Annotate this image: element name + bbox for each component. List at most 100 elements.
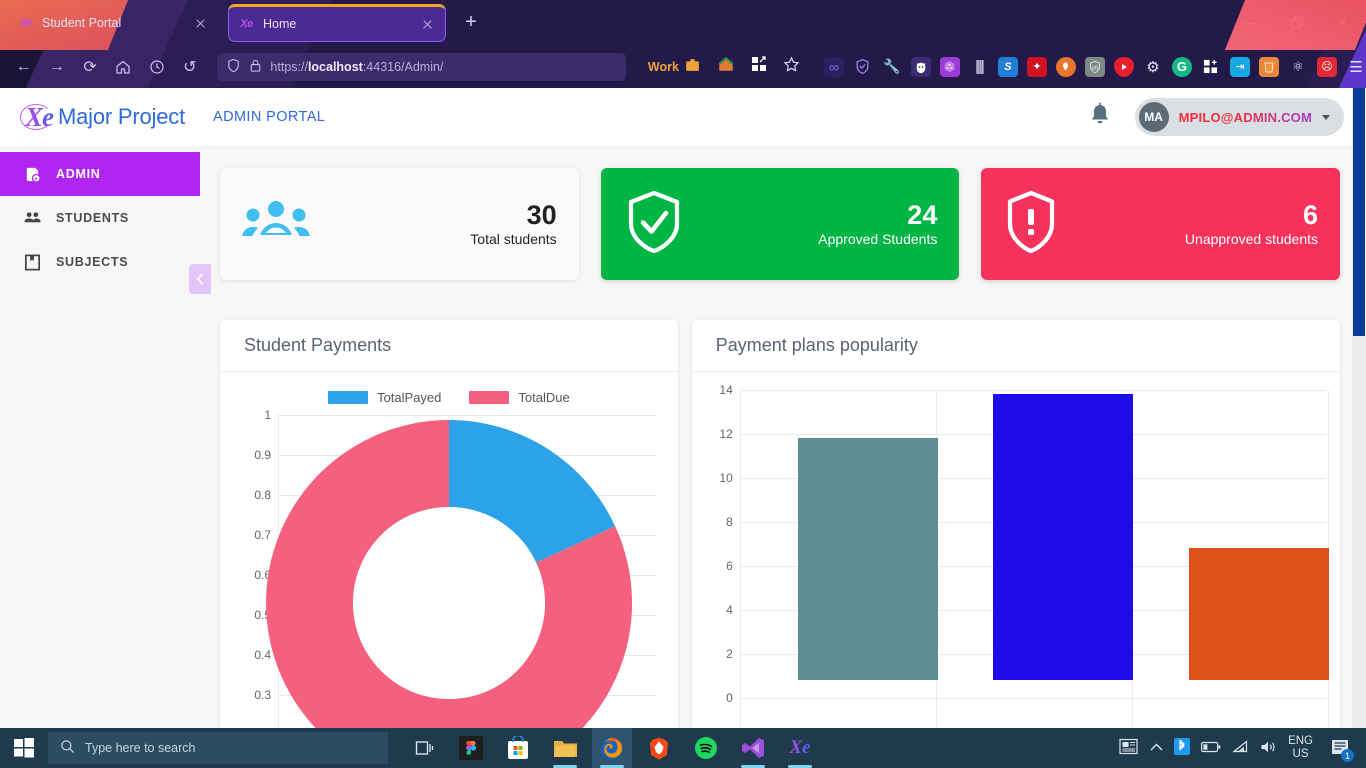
spotify-icon[interactable] — [686, 728, 726, 768]
portal-label: ADMIN PORTAL — [213, 109, 325, 125]
sidebar-item-subjects[interactable]: SUBJECTS — [0, 240, 200, 284]
firefox-icon[interactable] — [592, 728, 632, 768]
wand-red-icon[interactable]: ✦ — [1027, 57, 1047, 77]
y-tick-label: 6 — [726, 559, 733, 573]
tab-close-icon[interactable] — [419, 16, 435, 32]
tab-favicon-xe-icon: Xe — [239, 17, 254, 32]
scrollbar-thumb[interactable] — [1353, 88, 1365, 336]
tab-favicon-xe-icon: Xe — [18, 16, 33, 31]
browser-chrome: Xe Student Portal Xe Home + — ✕ ← → ⟳ ↺ — [0, 0, 1366, 88]
history-icon[interactable]: ↺ — [174, 52, 205, 82]
news-weather-icon[interactable] — [1119, 738, 1139, 758]
clock-icon[interactable] — [141, 52, 172, 82]
export-blue-icon[interactable]: ⇥ — [1230, 57, 1250, 77]
forward-icon[interactable]: → — [41, 52, 72, 82]
cat-icon[interactable] — [911, 57, 931, 77]
payment-plans-chart[interactable]: 14 12 10 8 6 4 2 0 — [692, 372, 1340, 740]
s-blue-icon[interactable]: S — [998, 57, 1018, 77]
bookmark-star-icon[interactable] — [783, 56, 800, 78]
doughnut-chart[interactable] — [264, 415, 634, 740]
stat-card-unapproved-students[interactable]: 6 Unapproved students — [981, 168, 1340, 280]
wifi-icon[interactable] — [1232, 740, 1249, 756]
legend-item-totaldue[interactable]: TotalDue — [469, 390, 569, 405]
reload-icon[interactable]: ⟳ — [74, 52, 105, 82]
language-line2: US — [1288, 748, 1313, 761]
search-icon — [60, 739, 75, 757]
bluetooth-icon[interactable] — [1174, 738, 1190, 758]
header-actions: MA MPILO@ADMIN.COM — [1087, 98, 1344, 136]
sidebar-item-label: SUBJECTS — [56, 255, 128, 269]
brave-icon[interactable] — [639, 728, 679, 768]
svg-text:uD: uD — [1092, 65, 1099, 71]
panel-title: Student Payments — [220, 320, 678, 372]
language-indicator[interactable]: ENG US — [1288, 735, 1313, 761]
browser-tab-student-portal[interactable]: Xe Student Portal — [8, 4, 218, 42]
student-payments-chart[interactable]: TotalPayed TotalDue 1 0.9 0.8 — [220, 372, 678, 740]
close-button[interactable]: ✕ — [1320, 0, 1366, 45]
menu-hamburger-icon[interactable]: ☰ — [1346, 57, 1366, 77]
task-view-icon[interactable] — [404, 728, 444, 768]
brave-shields-icon[interactable] — [226, 58, 241, 76]
minimize-button[interactable]: — — [1228, 0, 1274, 45]
panel-payment-plans: Payment plans popularity 14 12 10 8 6 4 … — [692, 320, 1340, 740]
panel-student-payments: Student Payments TotalPayed TotalDue — [220, 320, 678, 740]
new-tab-button[interactable]: + — [460, 12, 482, 34]
stat-card-approved-students[interactable]: 24 Approved Students — [601, 168, 960, 280]
work-profile-label[interactable]: Work — [648, 60, 679, 74]
battery-icon[interactable] — [1201, 741, 1221, 756]
maximize-button[interactable] — [1274, 0, 1320, 45]
keyboard-icon[interactable]: |||| — [969, 57, 989, 77]
y-tick-label: 14 — [719, 383, 732, 397]
infinity-icon[interactable]: ∞ — [824, 57, 844, 77]
brand-logo[interactable]: Xe Major Project — [22, 102, 185, 133]
show-hidden-icons-icon[interactable] — [1150, 741, 1163, 755]
bar-plan-3[interactable] — [1189, 548, 1329, 680]
user-menu[interactable]: MA MPILO@ADMIN.COM — [1135, 98, 1344, 136]
y-tick-label: 8 — [726, 515, 733, 529]
lock-warning-icon[interactable] — [248, 58, 263, 76]
legend-label: TotalDue — [518, 390, 569, 405]
sidebar-item-students[interactable]: STUDENTS — [0, 196, 200, 240]
stat-label: Total students — [470, 231, 556, 247]
grammarly-icon[interactable]: G — [1172, 57, 1192, 77]
gear-icon[interactable]: ⚙ — [1143, 57, 1163, 77]
trash-orange-icon[interactable] — [1259, 57, 1279, 77]
search-input[interactable]: Type here to search — [48, 732, 388, 764]
address-bar[interactable]: https://localhost:44316/Admin/ — [217, 53, 626, 81]
dice-icon[interactable] — [940, 57, 960, 77]
bug-red-icon[interactable]: ☹ — [1317, 57, 1337, 77]
page-scrollbar[interactable] — [1352, 88, 1366, 740]
home-extension-icon[interactable] — [717, 55, 735, 78]
volume-icon[interactable] — [1260, 740, 1277, 757]
bar-plan-1[interactable] — [798, 438, 938, 680]
apps-grid-extension-icon[interactable] — [1201, 57, 1221, 77]
microsoft-store-icon[interactable] — [498, 728, 538, 768]
apps-grid-icon[interactable] — [751, 56, 767, 77]
y-tick-label: 4 — [726, 603, 733, 617]
action-center-icon[interactable]: 1 — [1324, 728, 1358, 768]
notification-bell-icon[interactable] — [1087, 102, 1113, 132]
ublock-icon[interactable]: uD — [1085, 57, 1105, 77]
xe-app-icon[interactable]: Xe — [780, 728, 820, 768]
panel-title: Payment plans popularity — [692, 320, 1340, 372]
shield-check-icon[interactable] — [853, 57, 873, 77]
browser-tab-home[interactable]: Xe Home — [228, 4, 446, 42]
stat-card-total-students[interactable]: 30 Total students — [220, 168, 579, 280]
windows-start-icon[interactable] — [0, 728, 48, 768]
bar-plan-2[interactable] — [993, 394, 1133, 680]
file-explorer-icon[interactable] — [545, 728, 585, 768]
wrench-icon[interactable]: 🔧 — [882, 57, 902, 77]
back-icon[interactable]: ← — [8, 52, 39, 82]
duckduckgo-icon[interactable] — [1056, 57, 1076, 77]
home-icon[interactable] — [108, 52, 139, 82]
chevron-down-icon[interactable] — [1322, 115, 1330, 120]
briefcase-icon[interactable] — [684, 56, 701, 78]
legend-item-totalpayed[interactable]: TotalPayed — [328, 390, 441, 405]
react-icon[interactable]: ⚛ — [1288, 57, 1308, 77]
sidebar-item-admin[interactable]: e ADMIN — [0, 152, 200, 196]
figma-icon[interactable] — [451, 728, 491, 768]
tab-close-icon[interactable] — [192, 15, 208, 31]
youtube-icon[interactable] — [1114, 57, 1134, 77]
admin-badge-icon: e — [22, 165, 42, 184]
visual-studio-icon[interactable] — [733, 728, 773, 768]
